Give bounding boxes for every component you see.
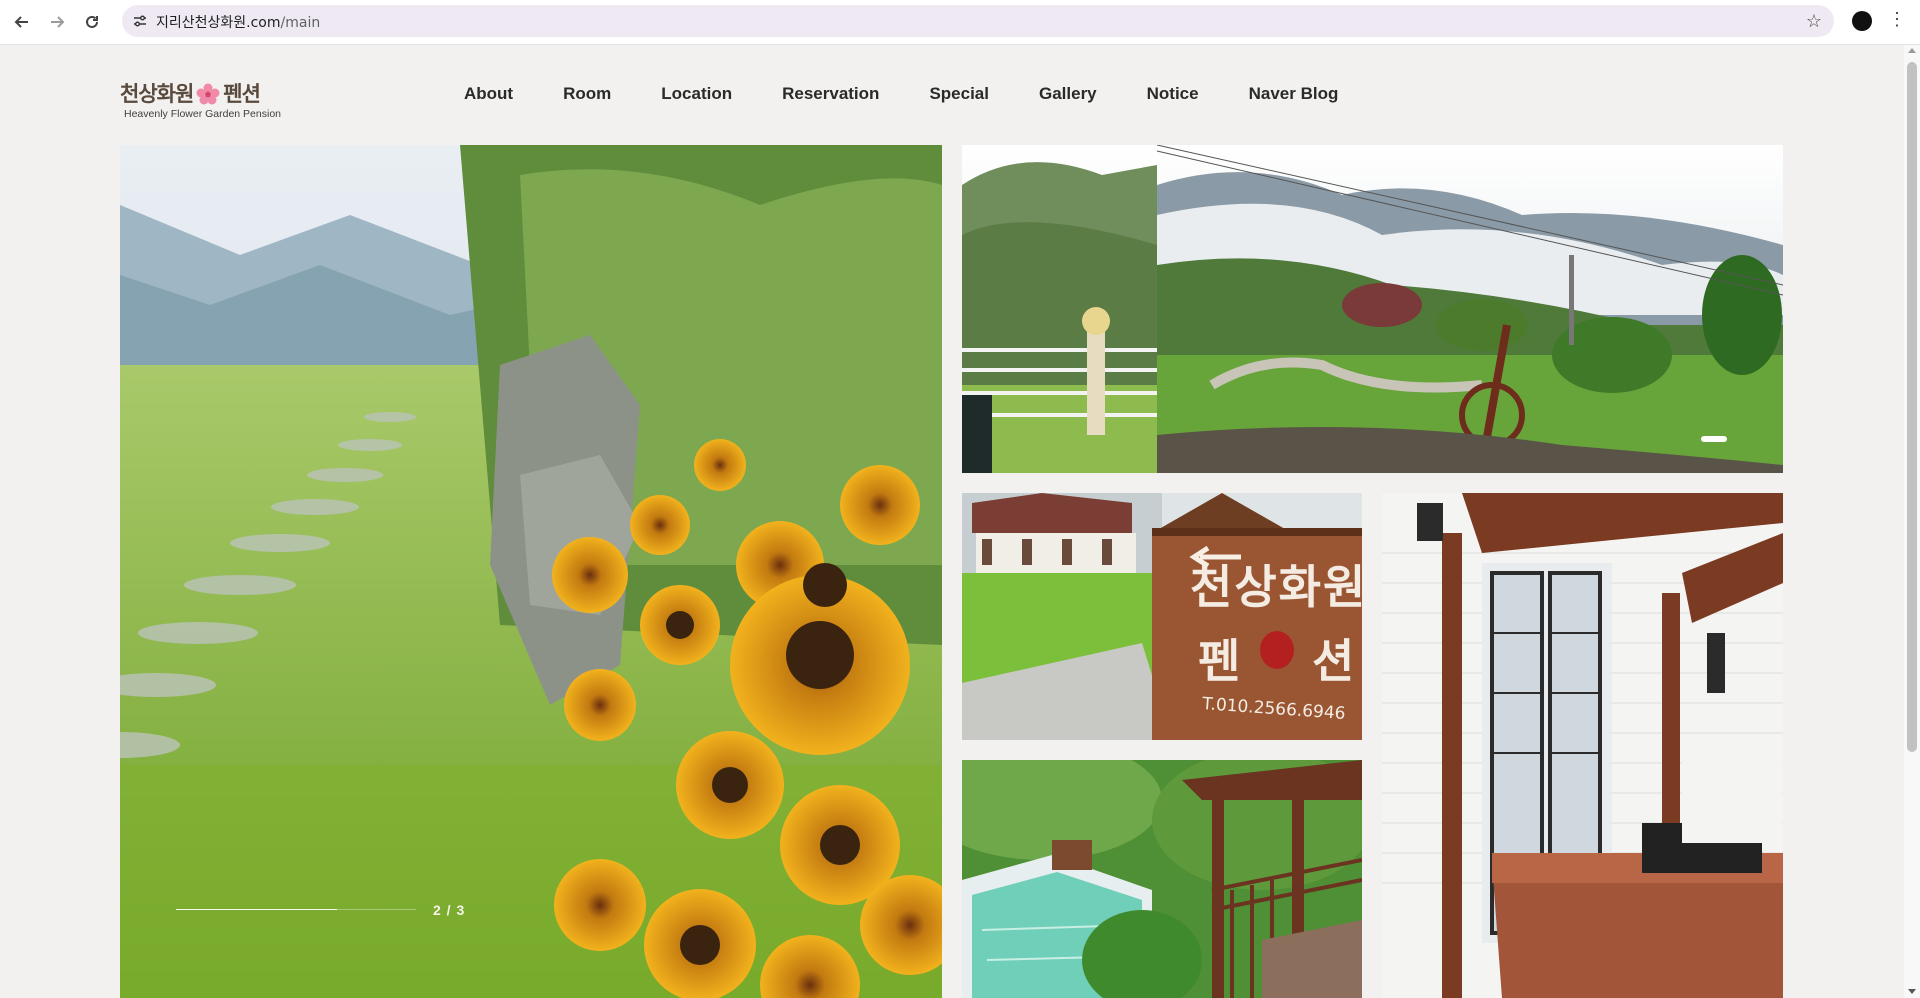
site-info-icon[interactable] [132,13,148,29]
flower-logo-icon [196,83,220,105]
mountain-garden-photo [962,145,1783,473]
slide-progress-fill [176,909,337,910]
scroll-thumb[interactable] [1907,62,1917,752]
rose-emblem-icon [1260,631,1294,669]
address-bar[interactable]: 지리산천상화원.com/main ☆ [122,5,1834,37]
mountain-slider[interactable] [962,145,1783,473]
pool-photo[interactable] [962,760,1362,998]
site-logo[interactable]: 천상화원 펜션 Heavenly Flower Garden Pension [120,78,290,122]
profile-avatar-icon[interactable] [1852,11,1872,31]
url-host: 지리산천상화원.com [156,15,281,31]
nav-notice[interactable]: Notice [1147,84,1199,106]
sign-photo[interactable]: 천상화원 펜 션 T.010.2566.6946 [962,493,1362,740]
nav-location[interactable]: Location [661,84,732,106]
sign-syeon-text: 션 [1312,634,1355,688]
nav-room[interactable]: Room [563,84,611,106]
star-icon[interactable]: ☆ [1806,11,1822,32]
scroll-up-arrow-icon[interactable] [1908,48,1916,53]
hero-slider[interactable]: 2 / 3 [120,145,942,998]
browser-toolbar: 지리산천상화원.com/main ☆ ⋮ [0,0,1920,45]
logo-tagline: Heavenly Flower Garden Pension [124,108,281,120]
slide-indicator-dot[interactable] [1701,436,1727,442]
porch-photo[interactable] [1382,493,1783,998]
sign-pen-text: 펜 [1198,634,1241,688]
nav-reservation[interactable]: Reservation [782,84,879,106]
nav-about[interactable]: About [464,84,513,106]
nav-gallery[interactable]: Gallery [1039,84,1097,106]
sign-name-text: 천상화원 [1190,560,1362,614]
nav-naver-blog[interactable]: Naver Blog [1249,84,1339,106]
nav-special[interactable]: Special [929,84,989,106]
more-vert-icon[interactable]: ⋮ [1888,9,1906,30]
main-navigation: About Room Location Reservation Special … [464,84,1388,106]
logo-text-main: 천상화원 [120,82,194,106]
slide-counter: 2 / 3 [433,902,466,918]
wooden-porch-photo [1382,493,1783,998]
slide-progress-track [176,909,416,910]
hero-flower-photo [120,145,942,998]
logo-text-pension: 펜션 [223,82,261,106]
arrow-left-icon[interactable] [10,10,34,34]
url-path: /main [280,15,321,31]
pool-terrace-photo [962,760,1362,998]
page-scrollbar[interactable] [1904,45,1920,998]
reload-icon[interactable] [80,10,104,34]
scroll-down-arrow-icon[interactable] [1908,989,1916,994]
arrow-right-icon[interactable] [45,10,69,34]
logo-wordmark: 천상화원 펜션 [120,78,261,108]
url-text[interactable]: 지리산천상화원.com/main [156,12,320,32]
